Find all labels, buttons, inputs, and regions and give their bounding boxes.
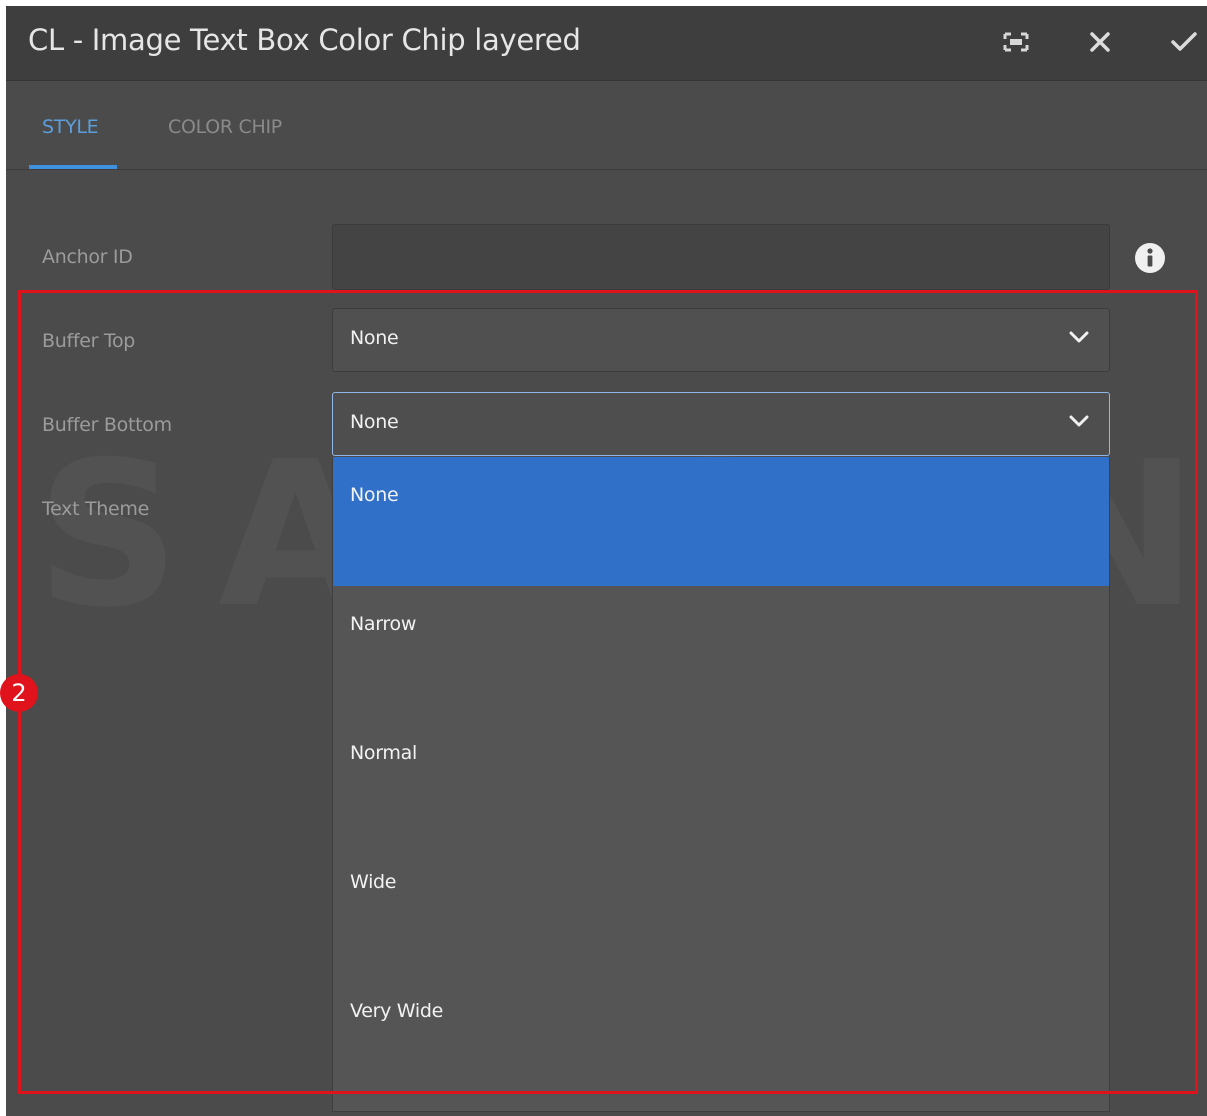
info-icon[interactable] bbox=[1134, 242, 1166, 274]
buffer-bottom-value: None bbox=[350, 411, 399, 433]
annotation-badge: 2 bbox=[0, 674, 38, 712]
dialog-title: CL - Image Text Box Color Chip layered bbox=[28, 23, 581, 57]
anchor-id-label: Anchor ID bbox=[42, 246, 133, 268]
dialog-titlebar: CL - Image Text Box Color Chip layered bbox=[6, 6, 1207, 81]
buffer-top-value: None bbox=[350, 327, 399, 349]
option-label: None bbox=[350, 484, 399, 506]
option-label: Narrow bbox=[350, 613, 417, 635]
active-tab-indicator bbox=[29, 165, 117, 169]
anchor-id-input[interactable] bbox=[332, 224, 1110, 290]
option-label: Normal bbox=[350, 742, 417, 764]
dialog: CL - Image Text Box Color Chip layered S… bbox=[6, 6, 1207, 1116]
buffer-top-label: Buffer Top bbox=[42, 330, 136, 352]
fullscreen-icon bbox=[1003, 32, 1029, 52]
fullscreen-button[interactable] bbox=[998, 24, 1034, 60]
check-icon bbox=[1170, 31, 1198, 53]
chevron-down-icon bbox=[1069, 329, 1089, 348]
chevron-down-icon bbox=[1069, 413, 1089, 432]
tab-color-chip[interactable]: COLOR CHIP bbox=[168, 81, 282, 169]
close-icon bbox=[1089, 31, 1111, 53]
option-label: Wide bbox=[350, 871, 397, 893]
text-theme-label: Text Theme bbox=[42, 498, 150, 520]
dropdown-option-narrow[interactable]: Narrow bbox=[333, 586, 1109, 715]
tab-style[interactable]: STYLE bbox=[42, 81, 99, 169]
confirm-button[interactable] bbox=[1166, 24, 1202, 60]
option-label: Very Wide bbox=[350, 1000, 444, 1022]
dropdown-option-very-wide[interactable]: Very Wide bbox=[333, 973, 1109, 1102]
buffer-top-select[interactable]: None bbox=[332, 308, 1110, 372]
close-button[interactable] bbox=[1082, 24, 1118, 60]
dropdown-option-wide[interactable]: Wide bbox=[333, 844, 1109, 973]
buffer-bottom-select[interactable]: None bbox=[332, 392, 1110, 456]
buffer-bottom-dropdown-list: None Narrow Normal Wide Very Wide bbox=[332, 457, 1110, 1112]
buffer-bottom-label: Buffer Bottom bbox=[42, 414, 172, 436]
dropdown-option-none[interactable]: None bbox=[333, 457, 1109, 586]
dropdown-option-normal[interactable]: Normal bbox=[333, 715, 1109, 844]
tab-bar: STYLE COLOR CHIP bbox=[6, 81, 1207, 170]
